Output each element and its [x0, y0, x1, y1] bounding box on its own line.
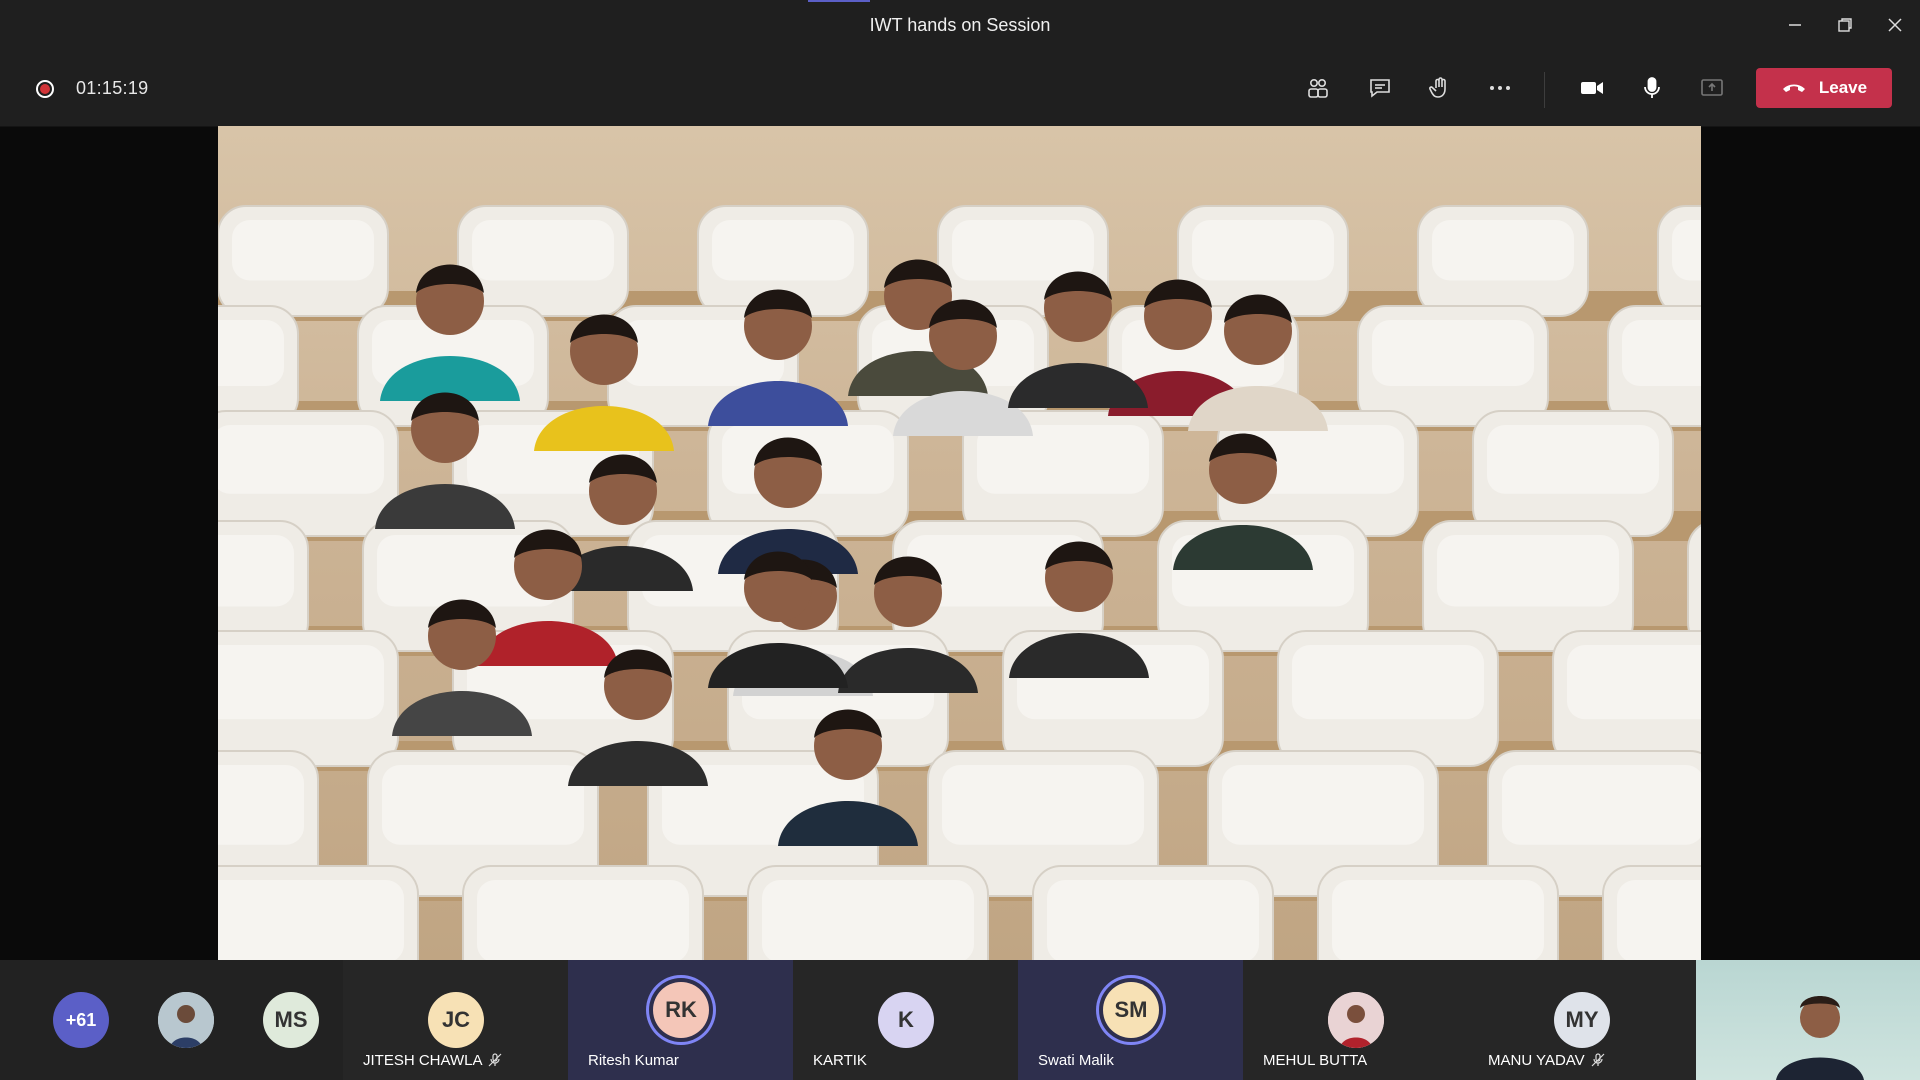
hang-up-icon — [1782, 84, 1805, 92]
seat-cushion — [1617, 880, 1701, 960]
close-icon — [1888, 18, 1902, 32]
title-bar: IWT hands on Session — [0, 0, 1920, 51]
more-options-button[interactable] — [1478, 68, 1522, 108]
restore-icon — [1838, 18, 1852, 32]
seat-cushion — [218, 535, 294, 607]
self-video-person — [1776, 996, 1864, 1080]
participant-avatar-ms[interactable]: MS — [263, 992, 319, 1048]
overflow-count: +61 — [65, 1009, 97, 1030]
leave-button[interactable]: Leave — [1756, 68, 1892, 108]
seat-cushion — [1622, 320, 1701, 386]
avatar-initials: RK — [665, 997, 697, 1022]
meeting-toolbar: 01:15:19 Leave — [0, 50, 1920, 127]
seat-cushion — [1372, 320, 1534, 386]
participant-avatar: MY — [1554, 992, 1610, 1048]
seat-cushion — [477, 880, 689, 960]
together-mode-stage — [218, 126, 1701, 960]
microphone-icon — [1644, 77, 1660, 98]
share-screen-button[interactable] — [1690, 68, 1734, 108]
restore-button[interactable] — [1820, 0, 1870, 50]
recording-timer: 01:15:19 — [76, 78, 149, 98]
seat-cushion — [382, 765, 584, 845]
muted-mic-icon — [1591, 1053, 1605, 1067]
title-accent — [808, 0, 870, 2]
seat-cushion — [942, 765, 1144, 845]
seat-cushion — [218, 645, 384, 720]
seat-cushion — [218, 425, 384, 494]
seat-cushion — [952, 220, 1094, 281]
avatar-initials: MY — [1565, 1007, 1599, 1032]
participant-avatar: K — [878, 992, 934, 1048]
participant-name-text: MANU YADAV — [1488, 1052, 1585, 1069]
avatar-initials: JC — [441, 1007, 471, 1032]
person-photo-icon — [1328, 992, 1384, 1048]
seat-cushion — [1502, 765, 1701, 845]
seat-cushion — [1332, 880, 1544, 960]
overflow-count-badge[interactable]: +61 — [53, 992, 109, 1048]
avatar-initials: SM — [1114, 997, 1148, 1022]
participant-avatar: SM — [1103, 982, 1159, 1038]
muted-mic-icon — [489, 1053, 502, 1067]
participant-strip: +61 MS JC JITESH CHAWLA RK Ritesh Kumar … — [0, 960, 1920, 1080]
participant-name: MANU YADAV — [1488, 1052, 1605, 1069]
participants-icon — [1308, 79, 1328, 98]
more-options-icon — [1490, 86, 1510, 90]
seat-cushion — [1437, 535, 1619, 607]
auditorium-scene — [218, 205, 1701, 960]
avatar-initials: K — [898, 1007, 914, 1032]
chat-icon — [1370, 79, 1390, 98]
seat-cushion — [1432, 220, 1574, 281]
seat-cushion — [1672, 220, 1701, 281]
seat-cushion — [1222, 765, 1424, 845]
seat-cushion — [232, 220, 374, 281]
seat-cushion — [218, 765, 304, 845]
participant-name: Ritesh Kumar — [588, 1052, 679, 1069]
participant-name: MEHUL BUTTA — [1263, 1052, 1368, 1069]
seat-cushion — [1192, 220, 1334, 281]
participant-photo-avatar — [1328, 992, 1384, 1048]
window-controls — [1770, 0, 1920, 50]
participant-tile-speaking[interactable]: SM Swati Malik — [1018, 960, 1243, 1080]
participant-tile-speaking[interactable]: RK Ritesh Kumar — [568, 960, 793, 1080]
participant-name: Swati Malik — [1038, 1052, 1114, 1069]
self-view-video[interactable] — [1696, 960, 1920, 1080]
seat-cushion — [1292, 645, 1484, 720]
participant-avatar: JC — [428, 992, 484, 1048]
participants-button[interactable] — [1296, 68, 1340, 108]
raise-hand-icon — [1429, 77, 1446, 98]
recording-indicator — [36, 80, 54, 98]
window-title: IWT hands on Session — [869, 14, 1051, 35]
microphone-button[interactable] — [1630, 68, 1674, 108]
seat-cushion — [472, 220, 614, 281]
participant-avatar: RK — [653, 982, 709, 1038]
chat-button[interactable] — [1358, 68, 1402, 108]
person-photo-icon — [158, 992, 214, 1048]
leave-label: Leave — [1818, 78, 1868, 97]
participant-tile[interactable]: MEHUL BUTTA — [1243, 960, 1468, 1080]
participant-tile[interactable]: MY MANU YADAV — [1468, 960, 1696, 1080]
participant-tile[interactable]: K KARTIK — [793, 960, 1018, 1080]
participant-name: JITESH CHAWLA — [363, 1052, 502, 1069]
participant-name-text: JITESH CHAWLA — [363, 1052, 483, 1069]
seat-cushion — [218, 880, 404, 960]
close-button[interactable] — [1870, 0, 1920, 50]
participant-name: KARTIK — [813, 1052, 867, 1069]
raise-hand-button[interactable] — [1418, 68, 1462, 108]
avatar-initials: MS — [274, 1007, 308, 1032]
participant-photo-avatar[interactable] — [158, 992, 214, 1048]
toolbar-divider — [1544, 72, 1545, 108]
share-screen-icon — [1701, 79, 1723, 96]
seat-cushion — [1567, 645, 1701, 720]
camera-icon — [1581, 82, 1603, 94]
seat-cushion — [1047, 880, 1259, 960]
participant-tile[interactable]: JC JITESH CHAWLA — [343, 960, 568, 1080]
seat-cushion — [1487, 425, 1659, 494]
camera-button[interactable] — [1570, 68, 1614, 108]
seat-cushion — [218, 320, 284, 386]
minimize-icon — [1789, 24, 1801, 26]
seat-cushion — [712, 220, 854, 281]
minimize-button[interactable] — [1770, 0, 1820, 50]
seat-cushion — [762, 880, 974, 960]
